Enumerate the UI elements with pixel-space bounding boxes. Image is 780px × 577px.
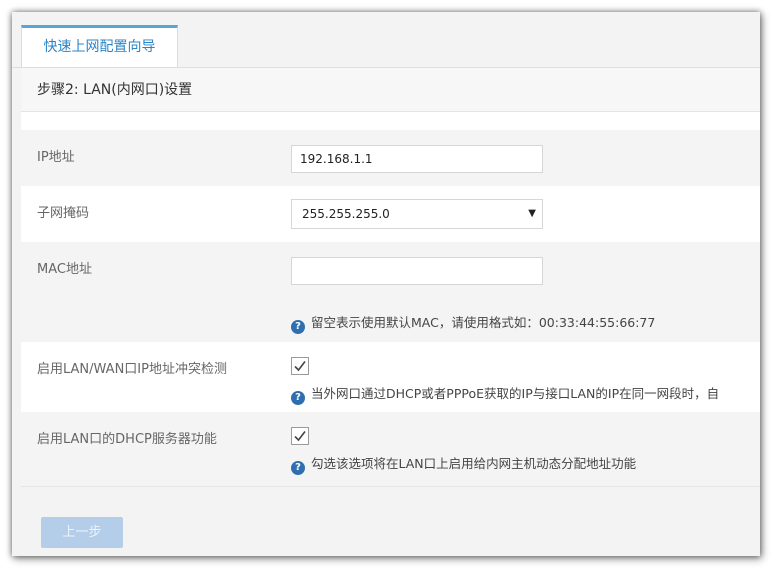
help-circle-icon: ? xyxy=(291,461,305,475)
conflict-detect-checkbox[interactable] xyxy=(291,357,309,375)
mac-label: MAC地址 xyxy=(37,262,92,277)
subnet-mask-row: 子网掩码 255.255.255.0 ▼ xyxy=(21,186,760,242)
previous-step-button[interactable]: 上一步 xyxy=(41,517,123,548)
dhcp-server-row: 启用LAN口的DHCP服务器功能 ? 勾选该选项将在LAN口上启用给内网主机动态分… xyxy=(21,412,760,486)
checkmark-icon xyxy=(294,361,306,372)
subnet-mask-value: 255.255.255.0 xyxy=(302,207,390,221)
dhcp-server-label: 启用LAN口的DHCP服务器功能 xyxy=(37,432,217,447)
help-circle-icon: ? xyxy=(291,320,305,334)
form-content: IP地址 子网掩码 255.255.255.0 ▼ MAC地址 ? 留空表示使用默… xyxy=(21,112,760,556)
subnet-mask-select[interactable]: 255.255.255.0 ▼ xyxy=(291,199,543,229)
mac-hint-text: 留空表示使用默认MAC，请使用格式如：00:33:44:55:66:77 xyxy=(311,315,656,330)
dhcp-server-hint-text: 勾选该选项将在LAN口上启用给内网主机动态分配地址功能 xyxy=(311,456,637,471)
step-title: 步骤2: LAN(内网口)设置 xyxy=(21,68,760,112)
wizard-footer: 上一步 xyxy=(21,486,760,556)
form-spacer xyxy=(21,112,760,130)
tab-bar: 快速上网配置向导 xyxy=(12,12,760,68)
conflict-detect-row: 启用LAN/WAN口IP地址冲突检测 ? 当外网口通过DHCP或者PPPoE获取的… xyxy=(21,342,760,412)
ip-input[interactable] xyxy=(291,145,543,173)
mac-row: MAC地址 ? 留空表示使用默认MAC，请使用格式如：00:33:44:55:66… xyxy=(21,242,760,342)
ip-row: IP地址 xyxy=(21,130,760,186)
help-circle-icon: ? xyxy=(291,391,305,405)
conflict-detect-hint-text: 当外网口通过DHCP或者PPPoE获取的IP与接口LAN的IP在同一网段时，自 xyxy=(311,386,720,401)
dhcp-server-checkbox[interactable] xyxy=(291,427,309,445)
tab-quick-setup-wizard[interactable]: 快速上网配置向导 xyxy=(21,25,178,67)
checkmark-icon xyxy=(294,431,306,442)
conflict-detect-label: 启用LAN/WAN口IP地址冲突检测 xyxy=(37,362,227,377)
ip-label: IP地址 xyxy=(37,150,75,165)
wizard-window: 快速上网配置向导 步骤2: LAN(内网口)设置 IP地址 子网掩码 255.2… xyxy=(12,12,760,556)
conflict-detect-hint: ? 当外网口通过DHCP或者PPPoE获取的IP与接口LAN的IP在同一网段时，自 xyxy=(291,386,719,405)
dhcp-server-hint: ? 勾选该选项将在LAN口上启用给内网主机动态分配地址功能 xyxy=(291,456,636,475)
mac-hint: ? 留空表示使用默认MAC，请使用格式如：00:33:44:55:66:77 xyxy=(291,315,655,334)
mac-input[interactable] xyxy=(291,257,543,285)
subnet-mask-label: 子网掩码 xyxy=(37,206,90,221)
caret-down-icon: ▼ xyxy=(528,208,536,219)
